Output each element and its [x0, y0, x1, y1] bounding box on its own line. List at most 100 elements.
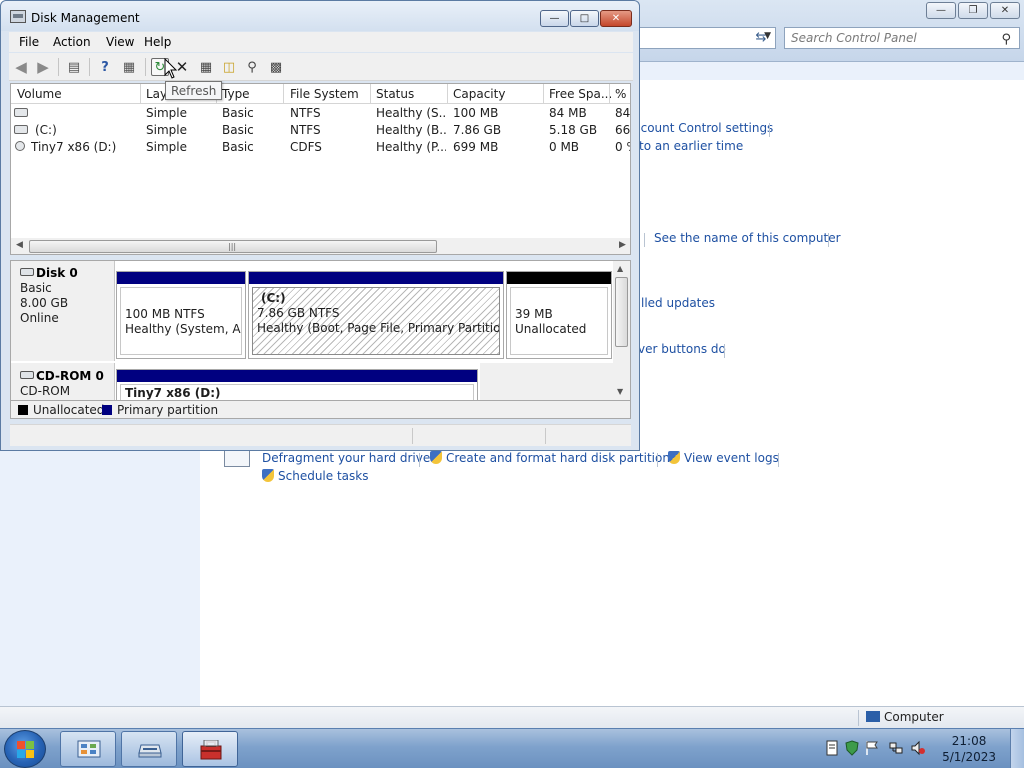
partition-unallocated[interactable]: 39 MB Unallocated	[506, 271, 612, 359]
toolbar-divider	[145, 58, 146, 76]
column-status[interactable]: Status	[376, 87, 446, 101]
security-shield-icon[interactable]	[845, 740, 859, 756]
volume-muted-icon[interactable]	[911, 740, 925, 756]
unallocated-swatch	[18, 405, 28, 415]
column-divider[interactable]	[140, 84, 141, 104]
volume-file-system: NTFS	[290, 123, 321, 137]
vertical-scrollbar[interactable]: ▲ ▼	[613, 261, 630, 400]
column-divider[interactable]	[283, 84, 284, 104]
cp-maximize-button[interactable]: ❐	[958, 2, 988, 19]
start-button[interactable]	[4, 730, 46, 768]
open-icon[interactable]: ◫	[220, 58, 238, 76]
window-title: Disk Management	[31, 11, 140, 25]
scroll-left-icon[interactable]: ◀	[16, 240, 23, 250]
volume-percent-free: 66	[615, 123, 631, 137]
back-icon[interactable]: ◀	[12, 58, 30, 76]
partition-status: Healthy (System, Activ	[125, 322, 241, 336]
volume-row[interactable]: Tiny7 x86 (D:) Simple Basic CDFS Healthy…	[11, 139, 630, 156]
column-divider[interactable]	[543, 84, 544, 104]
column-percent-free[interactable]: % F	[615, 87, 630, 101]
scroll-down-icon[interactable]: ▼	[617, 387, 623, 396]
flag-icon[interactable]	[865, 740, 879, 756]
scroll-up-icon[interactable]: ▲	[617, 264, 623, 273]
status-divider	[545, 428, 546, 444]
toolbox-icon	[200, 740, 222, 760]
link-installed-updates[interactable]: lled updates	[641, 296, 715, 310]
volume-status: Healthy (S...	[376, 106, 446, 120]
clock[interactable]: 21:08 5/1/2023	[942, 733, 996, 765]
volume-row[interactable]: (C:) Simple Basic NTFS Healthy (B... 7.8…	[11, 122, 631, 139]
search-input[interactable]: Search Control Panel ⚲	[784, 27, 1020, 49]
column-divider[interactable]	[447, 84, 448, 104]
network-icon[interactable]	[889, 740, 903, 756]
column-divider[interactable]	[370, 84, 371, 104]
link-create-partitions[interactable]: Create and format hard disk partitions	[430, 451, 676, 465]
control-panel-window-controls: — ❐ ✕	[926, 2, 1020, 19]
volume-layout: Simple	[146, 106, 187, 120]
properties-icon[interactable]: ▦	[197, 58, 215, 76]
taskbar-computer-management[interactable]	[182, 731, 238, 767]
computer-icon	[866, 711, 880, 722]
scroll-right-icon[interactable]: ▶	[619, 240, 626, 250]
taskbar-disk-management[interactable]	[121, 731, 177, 767]
menu-help[interactable]: Help	[144, 35, 171, 49]
grip-icon: |||	[228, 242, 237, 251]
cp-close-button[interactable]: ✕	[990, 2, 1020, 19]
unallocated-bar	[507, 272, 611, 284]
maximize-button[interactable]: □	[570, 10, 599, 27]
volume-free-space: 0 MB	[549, 140, 580, 154]
refresh-icon[interactable]: ⇆	[750, 28, 772, 48]
link-defragment[interactable]: Defragment your hard drive	[262, 451, 430, 465]
link-schedule-tasks[interactable]: Schedule tasks	[262, 469, 368, 483]
link-event-logs[interactable]: View event logs	[668, 451, 779, 465]
forward-icon[interactable]: ▶	[34, 58, 52, 76]
menu-view[interactable]: View	[106, 35, 134, 49]
cdrom-0-label[interactable]: CD-ROM 0 CD-ROM	[11, 363, 115, 400]
taskbar-control-panel[interactable]	[60, 731, 116, 767]
window-titlebar[interactable]: Disk Management — □ ✕	[1, 1, 639, 31]
column-type[interactable]: Type	[222, 87, 282, 101]
cdrom-0-name: CD-ROM 0	[36, 369, 104, 383]
minimize-button[interactable]: —	[540, 10, 569, 27]
legend-unallocated: Unallocated	[33, 403, 105, 417]
clock-time: 21:08	[951, 734, 987, 748]
scrollbar-thumb[interactable]	[615, 277, 628, 347]
divider	[858, 710, 859, 726]
action-pane-icon[interactable]: ▦	[120, 58, 138, 76]
link-computer-name[interactable]: See the name of this computer	[654, 231, 841, 245]
volume-name: (C:)	[35, 123, 57, 137]
disk-0-label[interactable]: Disk 0 Basic 8.00 GB Online	[11, 261, 115, 361]
disk-management-window: Disk Management — □ ✕ File Action View H…	[0, 0, 640, 451]
volume-row[interactable]: Simple Basic NTFS Healthy (S... 100 MB 8…	[11, 105, 630, 122]
cp-minimize-button[interactable]: —	[926, 2, 956, 19]
menu-action[interactable]: Action	[53, 35, 91, 49]
horizontal-scrollbar[interactable]: ◀ ||| ▶	[11, 238, 630, 254]
close-button[interactable]: ✕	[600, 10, 632, 27]
partition-d-drive[interactable]: Tiny7 x86 (D:)	[116, 369, 478, 400]
partition-c-drive[interactable]: (C:) 7.86 GB NTFS Healthy (Boot, Page Fi…	[248, 271, 504, 359]
notes-icon[interactable]	[825, 740, 839, 756]
explore-icon[interactable]: ⚲	[243, 58, 261, 76]
column-volume[interactable]: Volume	[17, 87, 137, 101]
volume-name: Tiny7 x86 (D:)	[31, 140, 117, 154]
partition-body-selected: (C:) 7.86 GB NTFS Healthy (Boot, Page Fi…	[252, 287, 500, 355]
disk-drive-icon	[138, 744, 162, 758]
help-icon[interactable]: ?	[96, 58, 114, 76]
partition-system-reserved[interactable]: 100 MB NTFS Healthy (System, Activ	[116, 271, 246, 359]
settings-icon[interactable]: ▩	[267, 58, 285, 76]
link-power-buttons[interactable]: ver buttons do	[638, 342, 726, 356]
column-file-system[interactable]: File System	[290, 87, 370, 101]
volume-capacity: 699 MB	[453, 140, 499, 154]
show-desktop-button[interactable]	[1010, 729, 1024, 768]
column-capacity[interactable]: Capacity	[453, 87, 543, 101]
mouse-cursor-icon	[164, 58, 178, 79]
console-tree-icon[interactable]: ▤	[65, 58, 83, 76]
link-system-restore[interactable]: to an earlier time	[639, 139, 743, 153]
link-uac-settings[interactable]: ccount Control settings	[634, 121, 773, 135]
column-layout[interactable]: Lay	[146, 87, 166, 101]
scrollbar-thumb[interactable]: |||	[29, 240, 437, 253]
search-icon[interactable]: ⚲	[1001, 32, 1011, 47]
column-free-space[interactable]: Free Spa...	[549, 87, 611, 101]
menu-file[interactable]: File	[19, 35, 39, 49]
column-divider[interactable]	[609, 84, 610, 104]
